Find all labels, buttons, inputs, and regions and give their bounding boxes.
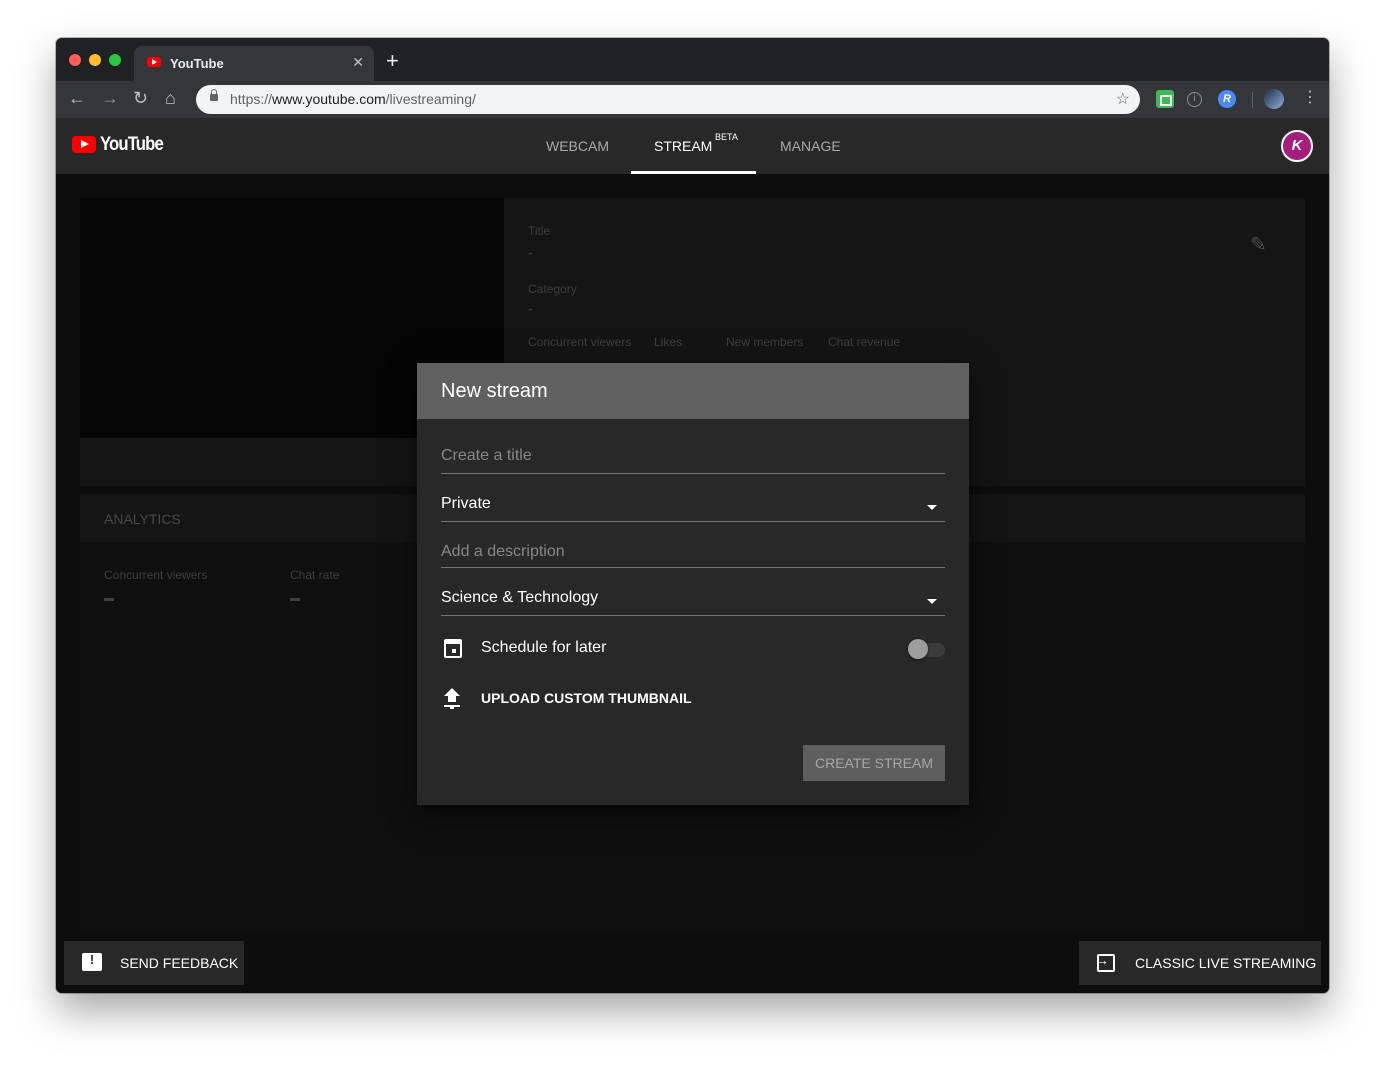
feedback-icon: [82, 952, 102, 971]
chevron-down-icon: [927, 505, 937, 510]
dialog-header: New stream: [417, 363, 969, 419]
description-input[interactable]: Add a description: [441, 543, 945, 568]
exit-icon: [1095, 952, 1115, 972]
analytics-concurrent-value: [104, 598, 114, 601]
url-host: www.youtube.com: [272, 91, 386, 107]
classic-live-streaming-label: CLASSIC LIVE STREAMING: [1135, 955, 1317, 971]
minimize-window-button[interactable]: [89, 54, 101, 66]
schedule-label: Schedule for later: [481, 639, 607, 656]
analytics-chat-rate: Chat rate: [290, 568, 340, 582]
tab-title: YouTube: [170, 56, 224, 71]
url-prefix: https://: [230, 91, 273, 107]
stat-concurrent-viewers: Concurrent viewers: [528, 335, 632, 349]
url-path: /livestreaming/: [385, 91, 476, 107]
profile-avatar-icon[interactable]: [1264, 89, 1284, 109]
youtube-wordmark[interactable]: YouTube: [100, 134, 164, 156]
send-feedback-label: SEND FEEDBACK: [120, 955, 239, 971]
analytics-title: ANALYTICS: [104, 511, 181, 527]
dialog-title: New stream: [441, 380, 548, 402]
title-placeholder: Create a title: [441, 447, 532, 464]
forward-icon[interactable]: →: [101, 88, 119, 108]
upload-thumbnail-button[interactable]: UPLOAD CUSTOM THUMBNAIL: [481, 690, 692, 706]
browser-window: YouTube ✕ + ← → ↻ ⌂ https://www.youtube.…: [56, 38, 1329, 993]
category-select[interactable]: Science & Technology: [441, 589, 945, 616]
youtube-favicon-icon: [147, 57, 161, 67]
browser-toolbar: ← → ↻ ⌂ https://www.youtube.com/livestre…: [56, 81, 1329, 118]
browser-tab[interactable]: YouTube ✕: [134, 46, 374, 81]
studio-main: Title - Category - Concurrent viewers Li…: [56, 174, 1329, 993]
analytics-concurrent-viewers: Concurrent viewers: [104, 568, 208, 582]
category-value: -: [528, 300, 533, 316]
tab-close-icon[interactable]: ✕: [352, 54, 364, 71]
youtube-logo-icon[interactable]: [72, 136, 96, 153]
beta-badge: BETA: [715, 132, 738, 142]
close-window-button[interactable]: [69, 54, 81, 66]
star-icon[interactable]: ☆: [1116, 89, 1130, 109]
youtube-header: YouTube WEBCAM STREAM BETA MANAGE K: [56, 118, 1329, 174]
back-icon[interactable]: ←: [68, 88, 86, 108]
r-extension-icon[interactable]: R: [1218, 90, 1236, 108]
account-avatar[interactable]: K: [1281, 130, 1313, 162]
meet-extension-icon[interactable]: [1156, 90, 1174, 108]
tab-stream[interactable]: STREAM: [654, 118, 712, 174]
title-label: Title: [528, 224, 551, 238]
privacy-select[interactable]: Private: [441, 495, 945, 522]
new-stream-dialog: New stream Create a title Private Add a …: [417, 363, 969, 805]
maximize-window-button[interactable]: [109, 54, 121, 66]
info-extension-icon[interactable]: i: [1187, 92, 1202, 107]
schedule-toggle-knob[interactable]: [908, 639, 928, 659]
tab-manage[interactable]: MANAGE: [780, 118, 841, 174]
address-bar[interactable]: https://www.youtube.com/livestreaming/ ☆: [196, 85, 1140, 114]
browser-menu-icon[interactable]: ⋮: [1302, 88, 1318, 108]
stat-likes: Likes: [654, 335, 683, 349]
home-icon[interactable]: ⌂: [165, 88, 176, 108]
analytics-chat-value: [290, 598, 300, 601]
stat-new-members: New members: [726, 335, 804, 349]
url-text[interactable]: https://www.youtube.com/livestreaming/: [230, 91, 476, 107]
category-value: Science & Technology: [441, 589, 599, 606]
privacy-value: Private: [441, 495, 491, 512]
upload-icon-base: [444, 705, 460, 707]
title-bar: YouTube ✕ +: [56, 38, 1329, 81]
calendar-icon: [444, 639, 462, 658]
chevron-down-icon: [927, 599, 937, 604]
toolbar-divider: [1252, 92, 1253, 108]
send-feedback-button[interactable]: SEND FEEDBACK: [64, 941, 244, 985]
lock-icon[interactable]: [210, 89, 218, 101]
reload-icon[interactable]: ↻: [133, 88, 148, 108]
title-value: -: [528, 244, 533, 260]
classic-live-streaming-button[interactable]: CLASSIC LIVE STREAMING: [1079, 941, 1321, 985]
edit-icon[interactable]: ✎: [1250, 232, 1267, 257]
title-input[interactable]: Create a title: [441, 447, 945, 474]
stat-chat-revenue: Chat revenue: [828, 335, 901, 349]
category-label: Category: [528, 282, 577, 296]
description-placeholder: Add a description: [441, 543, 565, 560]
tab-webcam[interactable]: WEBCAM: [546, 118, 609, 174]
create-stream-button[interactable]: CREATE STREAM: [803, 745, 945, 781]
new-tab-button[interactable]: +: [386, 50, 399, 72]
